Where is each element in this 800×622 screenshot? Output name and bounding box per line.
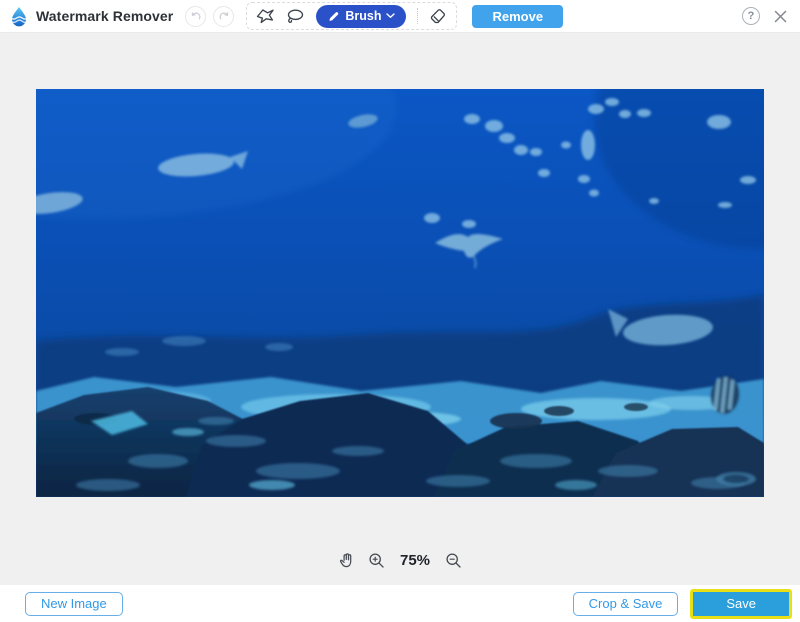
brush-label: Brush — [345, 9, 381, 23]
app-window: Watermark Remover — [0, 0, 800, 622]
pan-hand-button[interactable] — [338, 552, 355, 569]
footer-right-group: Crop & Save Save — [573, 589, 792, 619]
lasso-button[interactable] — [286, 8, 305, 24]
lasso-icon — [286, 8, 305, 24]
zoom-in-icon — [368, 552, 385, 569]
tool-divider — [417, 8, 418, 24]
underwater-image — [36, 89, 764, 497]
brush-pen-icon — [327, 10, 340, 23]
undo-button[interactable] — [185, 6, 206, 27]
save-highlight-annotation: Save — [690, 589, 792, 619]
bottom-bar: New Image Crop & Save Save — [0, 585, 800, 622]
eraser-button[interactable] — [429, 8, 447, 25]
redo-icon — [218, 10, 230, 22]
redo-button[interactable] — [213, 6, 234, 27]
water-drop-logo-icon — [8, 5, 30, 27]
image-canvas[interactable] — [36, 89, 764, 497]
zoom-level-label: 75% — [400, 552, 430, 569]
zoom-controls: 75% — [0, 552, 800, 569]
polygon-lasso-icon — [256, 7, 275, 25]
undo-icon — [190, 10, 202, 22]
new-image-button[interactable]: New Image — [25, 592, 123, 616]
selection-tool-group: Brush — [246, 2, 457, 30]
close-icon — [773, 9, 788, 24]
top-toolbar: Watermark Remover — [0, 0, 800, 33]
chevron-down-icon — [386, 13, 395, 19]
brush-dropdown-button[interactable]: Brush — [316, 5, 406, 28]
zoom-in-button[interactable] — [368, 552, 385, 569]
save-button[interactable]: Save — [693, 592, 789, 616]
polygon-lasso-button[interactable] — [256, 7, 275, 25]
remove-button[interactable]: Remove — [472, 5, 563, 28]
zoom-out-button[interactable] — [445, 552, 462, 569]
help-button[interactable]: ? — [742, 7, 760, 25]
brand: Watermark Remover — [8, 5, 173, 27]
hand-icon — [338, 552, 355, 569]
window-controls: ? — [742, 7, 788, 25]
crop-save-button[interactable]: Crop & Save — [573, 592, 679, 616]
history-controls — [185, 6, 234, 27]
app-title: Watermark Remover — [36, 8, 173, 24]
eraser-icon — [429, 8, 447, 25]
zoom-out-icon — [445, 552, 462, 569]
work-area: 75% — [0, 33, 800, 585]
close-button[interactable] — [773, 9, 788, 24]
help-icon: ? — [748, 10, 755, 22]
